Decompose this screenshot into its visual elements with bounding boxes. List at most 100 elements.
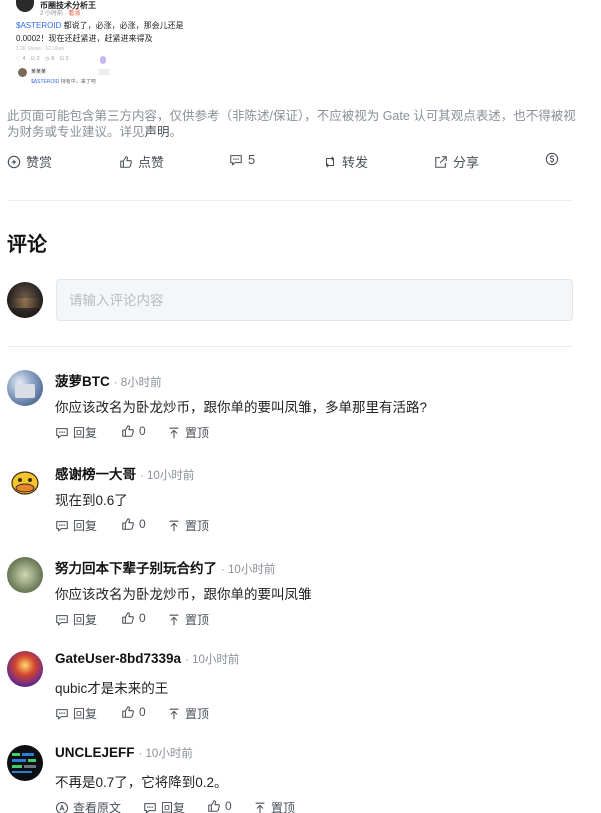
thumbs-up-icon xyxy=(122,518,134,530)
pin-label: 置顶 xyxy=(271,801,296,813)
pin-label: 置顶 xyxy=(185,613,210,627)
embedded-sub-avatar xyxy=(18,68,27,77)
like-count: 0 xyxy=(139,424,146,438)
commenter-name[interactable]: 菠萝BTC xyxy=(55,370,110,390)
reply-icon xyxy=(56,614,68,625)
embedded-post-time: 2 小时前 · 看涨 xyxy=(40,11,81,17)
embedded-sub-author: 某某某 xyxy=(31,69,47,75)
thumbs-up-icon xyxy=(120,155,132,168)
pin-button[interactable]: 置顶 xyxy=(253,799,295,813)
pin-top-icon xyxy=(169,708,179,719)
pin-label: 置顶 xyxy=(185,519,210,533)
like-label: 点赞 xyxy=(138,155,165,170)
divider xyxy=(7,200,572,201)
comment-text: qubic才是未来的王 xyxy=(55,681,169,696)
reply-button[interactable]: 回复 xyxy=(55,424,97,441)
divider xyxy=(7,346,572,347)
comment-like-button[interactable]: 0 xyxy=(207,799,232,813)
comment-time: · 8小时前 xyxy=(113,377,162,389)
post-embedded-image[interactable]: 币圈技术分析王 2 小时前 · 看涨 $ASTEROID 都说了，必涨，必涨，那… xyxy=(14,0,214,92)
pin-top-icon xyxy=(169,520,179,531)
like-count: 0 xyxy=(139,517,146,531)
comment-button[interactable]: 5 xyxy=(229,152,255,167)
reply-button[interactable]: 回复 xyxy=(55,705,97,722)
embedded-sub-badge xyxy=(98,69,110,75)
reply-button[interactable]: 回复 xyxy=(55,517,97,534)
comment-input-box[interactable] xyxy=(56,279,573,321)
reply-button[interactable]: 回复 xyxy=(55,611,97,628)
pin-top-icon xyxy=(169,614,179,625)
embedded-text-line-1: $ASTEROID 都说了，必涨，必涨，那会儿还是 xyxy=(16,21,184,30)
embedded-sub-text: $ASTEROID 持有中，来了吧 xyxy=(31,79,96,85)
thumbs-up-icon xyxy=(122,425,134,437)
reply-icon xyxy=(144,802,156,813)
commenter-name[interactable]: 努力回本下辈子别玩合约了 xyxy=(55,557,217,577)
comment-like-button[interactable]: 0 xyxy=(121,424,146,438)
view-original-label: 查看原文 xyxy=(73,801,122,813)
repost-button[interactable]: 转发 xyxy=(323,152,368,171)
reply-label: 回复 xyxy=(73,519,98,533)
reply-label: 回复 xyxy=(161,801,186,813)
comment-time: · 10小时前 xyxy=(221,564,276,576)
comment-like-button[interactable]: 0 xyxy=(121,517,146,531)
dashboard-avatar-icon xyxy=(12,753,36,773)
comment-time: · 10小时前 xyxy=(185,654,240,666)
embedded-sentiment-badge: 看涨 xyxy=(68,11,81,17)
pin-top-icon xyxy=(255,802,265,813)
reward-label: 赞赏 xyxy=(26,155,53,170)
like-count: 0 xyxy=(139,611,146,625)
commenter-name[interactable]: 感谢榜一大哥 xyxy=(55,463,136,483)
dollar-coin-icon xyxy=(545,152,559,166)
commenter-avatar[interactable] xyxy=(7,463,43,499)
commenter-name[interactable]: GateUser-8bd7339a xyxy=(55,651,181,666)
comment-time: · 10小时前 xyxy=(140,470,195,482)
translate-icon xyxy=(55,801,69,813)
comment-text: 不再是0.7了，它将降到0.2。 xyxy=(55,775,228,790)
comment-text: 你应该改名为卧龙炒币，跟你单的要叫凤雏 xyxy=(55,587,312,602)
pin-label: 置顶 xyxy=(185,426,210,440)
pin-top-icon xyxy=(169,427,179,438)
comment-like-button[interactable]: 0 xyxy=(121,611,146,625)
pin-button[interactable]: 置顶 xyxy=(167,705,209,722)
embedded-hashtag: $ASTEROID xyxy=(16,21,62,30)
reply-label: 回复 xyxy=(73,613,98,627)
reward-icon xyxy=(7,155,21,168)
reply-button[interactable]: 回复 xyxy=(143,799,185,813)
current-user-avatar xyxy=(7,282,43,318)
embedded-text-line-2: 0.0002！现在还赶紧进，赶紧进来得及 xyxy=(16,34,153,43)
reply-label: 回复 xyxy=(73,426,98,440)
share-label: 分享 xyxy=(453,155,480,170)
like-button[interactable]: 点赞 xyxy=(119,152,164,171)
share-icon xyxy=(435,155,447,168)
pin-label: 置顶 xyxy=(185,707,210,721)
commenter-avatar[interactable] xyxy=(7,557,43,593)
comments-title: 评论 xyxy=(7,234,47,256)
embedded-actions: ♡4 ⊡2 ◷8 ⊡2 xyxy=(16,56,71,62)
post-detail-page: 币圈技术分析王 2 小时前 · 看涨 $ASTEROID 都说了，必涨，必涨，那… xyxy=(0,0,601,813)
repost-label: 转发 xyxy=(342,155,369,170)
comment-like-button[interactable]: 0 xyxy=(121,705,146,719)
comment-input[interactable] xyxy=(69,292,560,308)
comment-text: 你应该改名为卧龙炒币，跟你单的要叫凤雏，多单那里有活路? xyxy=(55,400,428,415)
reply-label: 回复 xyxy=(73,707,98,721)
comment-time: · 10小时前 xyxy=(138,748,193,760)
pin-button[interactable]: 置顶 xyxy=(167,424,209,441)
commenter-name[interactable]: UNCLEJEFF xyxy=(55,745,135,760)
repost-icon xyxy=(325,155,335,168)
pin-button[interactable]: 置顶 xyxy=(167,611,209,628)
commenter-avatar[interactable] xyxy=(7,651,43,687)
tip-button[interactable] xyxy=(545,152,559,166)
embedded-author-avatar xyxy=(16,0,34,12)
commenter-avatar[interactable] xyxy=(7,370,43,406)
reply-icon xyxy=(56,427,68,438)
post-action-bar: 赞赏 点赞 5 转发 分享 xyxy=(7,152,567,172)
share-button[interactable]: 分享 xyxy=(434,152,479,171)
disclaimer-link[interactable]: 声明 xyxy=(145,125,170,139)
view-original-button[interactable]: 查看原文 xyxy=(55,799,121,813)
duck-avatar-icon xyxy=(11,471,39,495)
thumbs-up-icon xyxy=(122,612,134,624)
pin-button[interactable]: 置顶 xyxy=(167,517,209,534)
commenter-avatar[interactable] xyxy=(7,745,43,781)
comment-count: 5 xyxy=(248,152,256,167)
reward-button[interactable]: 赞赏 xyxy=(7,152,52,171)
